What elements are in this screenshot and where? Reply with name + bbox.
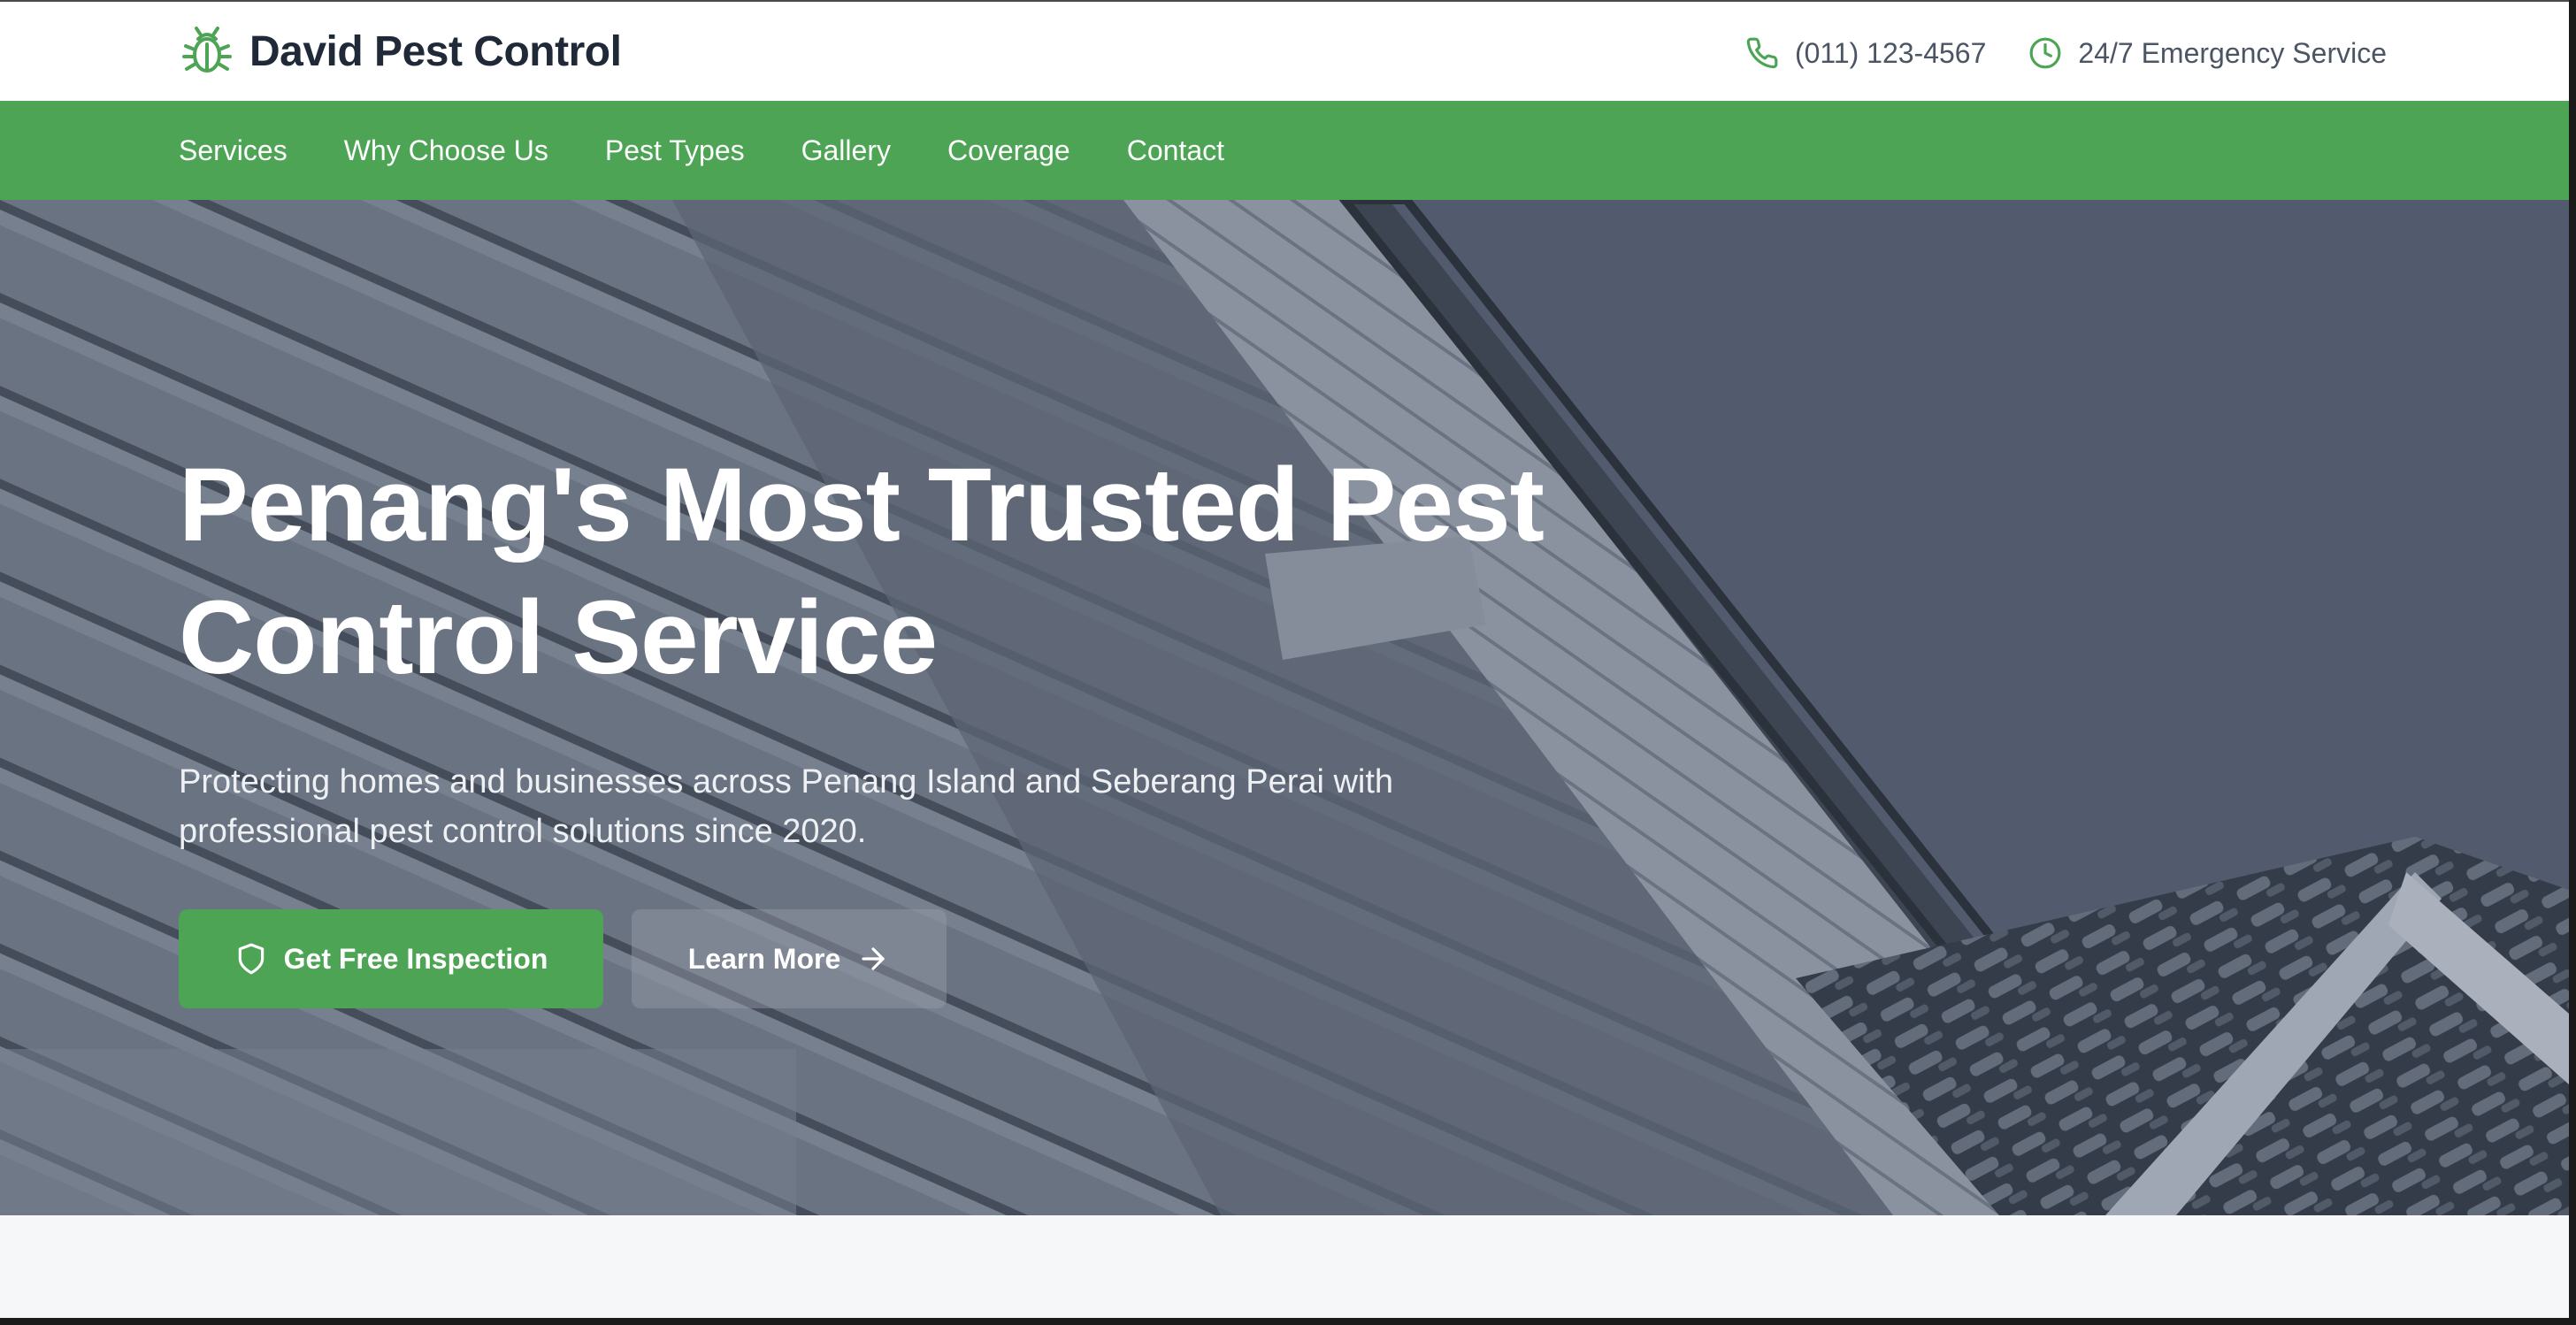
- emergency-service-label: 24/7 Emergency Service: [2078, 36, 2387, 69]
- brand-logo-link[interactable]: David Pest Control: [179, 23, 622, 80]
- hero-actions: Get Free Inspection Learn More: [179, 909, 1683, 1008]
- top-header: David Pest Control (011) 123-4567 24/7 E…: [0, 0, 2576, 101]
- window-edge-right: [2569, 0, 2576, 1325]
- nav-link-why-choose-us[interactable]: Why Choose Us: [344, 134, 548, 166]
- get-free-inspection-button[interactable]: Get Free Inspection: [179, 909, 603, 1008]
- nav-link-services[interactable]: Services: [179, 134, 288, 166]
- get-free-inspection-label: Get Free Inspection: [283, 942, 548, 975]
- brand-name: David Pest Control: [249, 27, 622, 75]
- bug-icon: [182, 27, 232, 73]
- nav-list: Services Why Choose Us Pest Types Galler…: [179, 101, 1224, 200]
- phone-contact[interactable]: (011) 123-4567: [1745, 36, 1986, 70]
- window-edge-bottom: [0, 1318, 2576, 1325]
- hero-subtitle: Protecting homes and businesses across P…: [179, 763, 1394, 850]
- learn-more-button[interactable]: Learn More: [632, 909, 947, 1008]
- next-section: [0, 1215, 2569, 1318]
- nav-link-gallery[interactable]: Gallery: [801, 134, 891, 166]
- learn-more-label: Learn More: [687, 942, 841, 975]
- hero-content: Penang's Most Trusted Pest Control Servi…: [179, 439, 1683, 1008]
- shield-icon: [238, 943, 264, 975]
- nav-link-coverage[interactable]: Coverage: [947, 134, 1070, 166]
- contact-info: (011) 123-4567 24/7 Emergency Service: [1745, 28, 2387, 78]
- nav-link-pest-types[interactable]: Pest Types: [605, 134, 745, 166]
- phone-number: (011) 123-4567: [1794, 36, 1987, 69]
- hero-title: Penang's Most Trusted Pest Control Servi…: [179, 447, 1545, 696]
- arrow-right-icon: [862, 947, 885, 970]
- clock-icon: [2029, 37, 2061, 69]
- main-navigation: Services Why Choose Us Pest Types Galler…: [0, 101, 2569, 200]
- hero-section: Penang's Most Trusted Pest Control Servi…: [0, 200, 2569, 1215]
- phone-icon: [1746, 37, 1778, 69]
- nav-link-contact[interactable]: Contact: [1127, 134, 1224, 166]
- hours-info: 24/7 Emergency Service: [2028, 36, 2387, 70]
